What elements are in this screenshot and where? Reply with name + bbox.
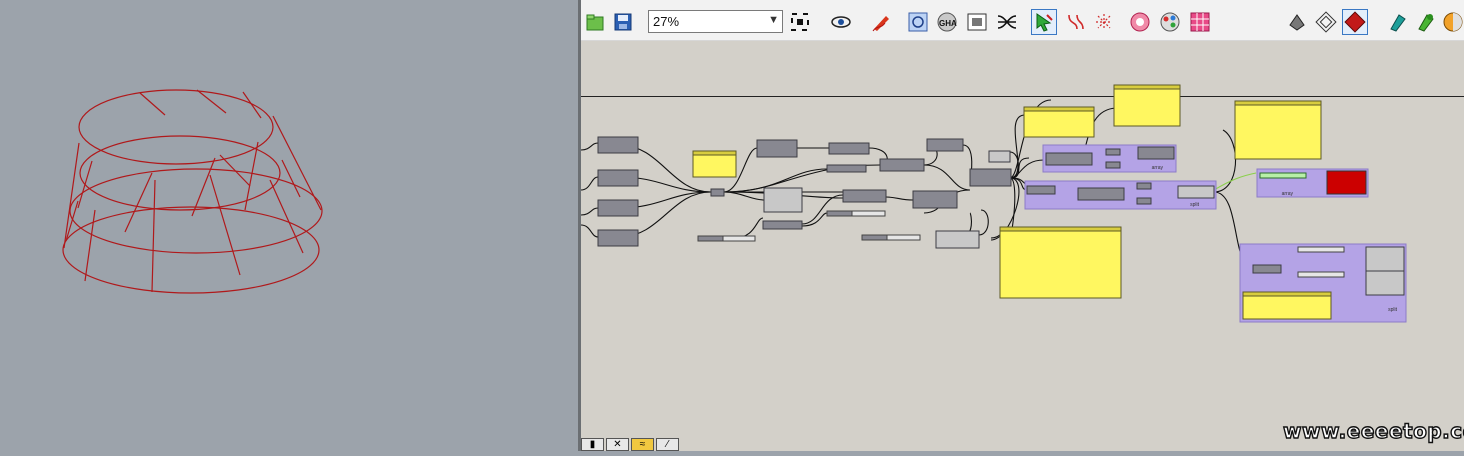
connect-wires-icon[interactable] — [995, 10, 1019, 34]
group-label: array — [1152, 165, 1164, 171]
chevron-down-icon: ▼ — [768, 14, 779, 26]
zoom-extents-icon[interactable] — [788, 10, 812, 34]
pin-icon[interactable]: ▮ — [581, 438, 604, 451]
group-label: split — [1388, 307, 1398, 313]
brush-icon[interactable]: ⁄ — [656, 438, 679, 451]
group-label: array — [1282, 191, 1294, 197]
wireframe-object — [62, 89, 323, 294]
close-icon[interactable]: ✕ — [606, 438, 629, 451]
color-swatch[interactable] — [1326, 170, 1367, 195]
grasshopper-canvas[interactable]: array split array split — [581, 40, 1464, 451]
relay-icon[interactable] — [1092, 10, 1116, 34]
grasshopper-editor: 27% ▼ GHA array split array split ▮ ✕ ≈ … — [581, 0, 1464, 451]
save-file-icon[interactable] — [611, 10, 635, 34]
image-export-icon[interactable] — [965, 10, 989, 34]
watermark-text: www.eeeetop.com — [1282, 418, 1464, 443]
node-graph: array split array split — [581, 84, 1407, 323]
green-brush-icon[interactable] — [1414, 10, 1438, 34]
wireframe-preview-icon[interactable] — [1314, 10, 1338, 34]
preview-eye-icon[interactable] — [829, 10, 853, 34]
color-wheel-icon[interactable] — [1441, 10, 1464, 34]
grid-table-icon[interactable] — [1188, 10, 1212, 34]
sketch-pen-icon[interactable] — [870, 10, 894, 34]
red-cube-icon[interactable] — [1342, 9, 1368, 35]
shaded-preview-icon[interactable] — [1285, 10, 1309, 34]
bottom-toolbar: ▮ ✕ ≈ ⁄ — [581, 438, 699, 451]
open-file-icon[interactable] — [583, 10, 607, 34]
zoom-value: 27% — [653, 14, 680, 29]
bake-cluster-icon[interactable] — [906, 10, 930, 34]
cluster-ring-icon[interactable] — [1128, 10, 1152, 34]
gha-assembly-icon[interactable]: GHA — [935, 10, 959, 34]
canvas-toolbar: 27% ▼ GHA — [581, 0, 1464, 41]
rhino-viewport[interactable] — [0, 0, 578, 451]
svg-text:GHA: GHA — [939, 19, 957, 28]
zoom-level-dropdown[interactable]: 27% ▼ — [648, 10, 783, 33]
teal-brush-icon[interactable] — [1386, 10, 1410, 34]
probe-icon[interactable] — [1064, 10, 1088, 34]
sketch-icon[interactable]: ≈ — [631, 438, 654, 451]
group-label: split — [1190, 202, 1200, 208]
select-cursor-icon[interactable] — [1031, 9, 1057, 35]
palette-icon[interactable] — [1158, 10, 1182, 34]
